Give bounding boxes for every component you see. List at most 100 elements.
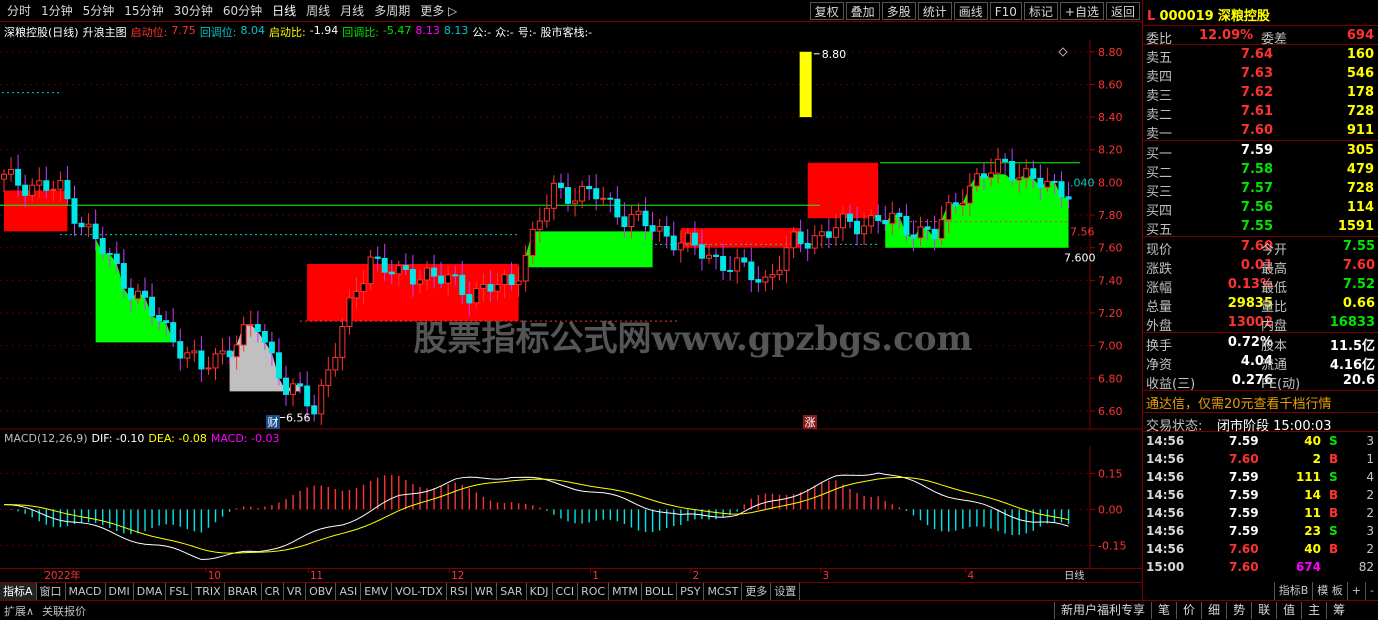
main-kline-chart[interactable]: 8.80 8.60 8.40 8.20 8.00 7.80 7.60 7.40 7.20 7.00… xyxy=(0,40,1142,430)
ad-banner[interactable]: 通达信，仅需20元查看千档行情 xyxy=(1143,391,1378,413)
period-tab[interactable]: 分时 xyxy=(2,3,36,19)
period-tab[interactable]: 日线 xyxy=(267,3,301,19)
indicator-tab[interactable]: CR xyxy=(262,583,284,600)
bottom-right-tab[interactable]: 价 xyxy=(1176,602,1201,619)
indicator-tab[interactable]: BOLL xyxy=(642,583,678,600)
top-button[interactable]: 复权 xyxy=(809,2,844,20)
indicator-tab[interactable]: KDJ xyxy=(527,583,553,600)
tick-price: 7.59 xyxy=(1229,524,1259,538)
bottom-right-tab[interactable]: 新用户福利专享 xyxy=(1054,602,1151,619)
macd-name[interactable]: MACD(12,26,9) xyxy=(4,432,88,445)
indicator-tab[interactable]: DMA xyxy=(134,583,167,600)
macd-macd: MACD: -0.03 xyxy=(210,432,280,445)
top-button[interactable]: 统计 xyxy=(917,2,952,20)
top-button[interactable]: 标记 xyxy=(1023,2,1058,20)
bottom-bar: 扩展∧ 关联报价 新用户福利专享笔价细势联值主筹 xyxy=(0,600,1378,620)
indicator-tab[interactable]: ROC xyxy=(578,583,610,600)
tick-time: 14:56 xyxy=(1146,488,1185,502)
top-button[interactable]: 多股 xyxy=(881,2,916,20)
period-tab[interactable]: 60分钟 xyxy=(218,3,267,19)
qidongbi-label: 启动比: xyxy=(269,26,306,39)
bottom-left-button[interactable]: 关联报价 xyxy=(42,603,86,619)
period-label[interactable]: 日线 xyxy=(1064,569,1084,582)
indicator-tab[interactable]: FSL xyxy=(166,583,193,600)
period-tab[interactable]: 周线 xyxy=(301,3,335,19)
period-tab[interactable]: 5分钟 xyxy=(78,3,120,19)
price-axis-label: 8.00 xyxy=(1098,176,1123,189)
top-button[interactable]: 返回 xyxy=(1105,2,1140,20)
indicator-tab[interactable]: OBV xyxy=(306,583,337,600)
indicator-tab[interactable]: 更多 xyxy=(742,583,772,600)
asks-price: 7.63 xyxy=(1240,66,1273,81)
weibi-row: 委比 12.09% 委差 694 xyxy=(1143,26,1378,47)
bottom-right-tab[interactable]: 联 xyxy=(1251,602,1276,619)
indicator-tab[interactable]: 窗口 xyxy=(37,583,66,600)
period-tabs: 分时 1分钟 5分钟 15分钟 30分钟 60分钟 日线 周线 月线 多周期 更多 ▷ xyxy=(2,3,462,19)
chart-info-line: 深粮控股(日线) 升浪主图 启动位: 7.75 回调位: 8.04 启动比: -… xyxy=(4,24,596,40)
tick-count: 1 xyxy=(1366,452,1374,466)
bottom-right-tab[interactable]: 筹 xyxy=(1326,602,1351,619)
asks-vol: 728 xyxy=(1346,104,1374,119)
top-button[interactable]: 叠加 xyxy=(845,2,880,20)
tick-row: 14:56 7.59 11 B 2 xyxy=(1143,504,1378,522)
quote-header: L 000019 深粮控股 xyxy=(1143,0,1378,26)
period-tab[interactable]: 更多 ▷ xyxy=(415,3,462,19)
price-axis-label: 8.40 xyxy=(1098,111,1123,124)
top-button[interactable]: F10 xyxy=(989,2,1022,20)
indicator-tab[interactable]: TRIX xyxy=(192,583,225,600)
indicator-tab[interactable]: ASI xyxy=(336,583,362,600)
macd-chart[interactable]: 0.15 0.00 -0.15 xyxy=(0,446,1142,568)
period-tab[interactable]: 15分钟 xyxy=(119,3,168,19)
top-button[interactable]: +自选 xyxy=(1059,2,1104,20)
stats-row: 涨幅 0.13% 最低 7.52 xyxy=(1143,275,1378,296)
tick-count: 4 xyxy=(1366,470,1374,484)
bottom-right-tab[interactable]: 值 xyxy=(1276,602,1301,619)
side-label-a: .040 xyxy=(1070,176,1095,189)
indicator-tab[interactable]: RSI xyxy=(447,583,472,600)
indicator-tab[interactable]: BRAR xyxy=(225,583,262,600)
tick-direction: S xyxy=(1329,524,1338,538)
indicator-tab[interactable]: 指标A xyxy=(0,583,37,600)
indicator-tab[interactable]: SAR xyxy=(497,583,527,600)
bids-vol: 728 xyxy=(1346,181,1374,196)
bottom-right-tabs: 新用户福利专享笔价细势联值主筹 xyxy=(1054,602,1351,619)
ad-text[interactable]: 通达信，仅需20元查看千档行情 xyxy=(1146,393,1332,412)
indicator-tab[interactable]: VR xyxy=(284,583,307,600)
tick-price: 7.60 xyxy=(1229,560,1259,574)
tick-price: 7.59 xyxy=(1229,488,1259,502)
huitiaobi-value: -5.47 xyxy=(382,24,412,37)
bottom-right-tab[interactable]: 细 xyxy=(1201,602,1226,619)
tick-row: 14:56 7.60 40 B 2 xyxy=(1143,540,1378,558)
tick-time: 14:56 xyxy=(1146,542,1185,556)
top-button[interactable]: 画线 xyxy=(953,2,988,20)
period-tab[interactable]: 月线 xyxy=(335,3,369,19)
fin-label: 收益(三) xyxy=(1146,377,1196,392)
indicator-tab[interactable]: VOL-TDX xyxy=(392,583,447,600)
period-tab[interactable]: 多周期 xyxy=(369,3,415,19)
wave-fill-region xyxy=(4,190,68,232)
tick-volume: 11 xyxy=(1304,506,1321,520)
bottom-right-tab[interactable]: 笔 xyxy=(1151,602,1176,619)
indicator-tab[interactable]: MACD xyxy=(66,583,106,600)
indicator-tab[interactable]: EMV xyxy=(361,583,393,600)
indicator-tab[interactable]: MCST xyxy=(704,583,743,600)
indicator-tab[interactable]: MTM xyxy=(609,583,642,600)
tick-time: 15:00 xyxy=(1146,560,1185,574)
period-tab[interactable]: 30分钟 xyxy=(169,3,218,19)
indicator-tab[interactable]: PSY xyxy=(677,583,705,600)
bottom-right-tab[interactable]: 势 xyxy=(1226,602,1251,619)
indicator-tab[interactable]: 设置 xyxy=(771,583,801,600)
bottom-left-button[interactable]: 扩展∧ xyxy=(4,603,34,619)
bids-vol: 1591 xyxy=(1337,219,1374,234)
asks-price: 7.62 xyxy=(1240,85,1273,100)
indicator-tab[interactable]: DMI xyxy=(106,583,134,600)
indicator-tab[interactable]: WR xyxy=(472,583,498,600)
qidongwei-value: 7.75 xyxy=(171,24,196,37)
bottom-right-tab[interactable]: 主 xyxy=(1301,602,1326,619)
tick-volume: 111 xyxy=(1295,470,1321,484)
price-axis-label: 8.60 xyxy=(1098,78,1123,91)
period-tab[interactable]: 1分钟 xyxy=(36,3,78,19)
indicator-name[interactable]: 升浪主图 xyxy=(83,24,127,40)
tick-count: 3 xyxy=(1366,524,1374,538)
indicator-tab[interactable]: CCI xyxy=(553,583,579,600)
